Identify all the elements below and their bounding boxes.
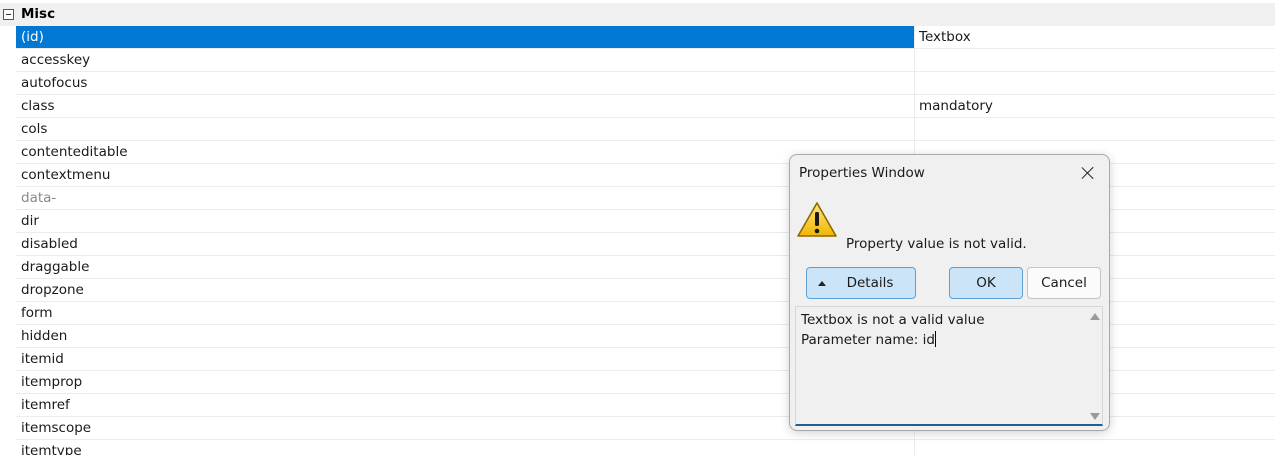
property-name[interactable]: hidden	[16, 325, 914, 347]
property-name[interactable]: itemscope	[16, 417, 914, 439]
details-textarea[interactable]: Textbox is not a valid value Parameter n…	[795, 306, 1103, 426]
property-value[interactable]	[914, 440, 1275, 455]
category-label: Misc	[21, 6, 56, 22]
property-name[interactable]: (id)	[16, 26, 914, 48]
property-value[interactable]	[914, 49, 1275, 71]
property-name[interactable]: cols	[16, 118, 914, 140]
collapse-icon[interactable]	[3, 9, 14, 20]
text-caret	[934, 331, 936, 347]
property-row[interactable]: itemtype	[16, 440, 1275, 455]
collapse-triangle-icon	[818, 281, 826, 286]
property-row[interactable]: class mandatory	[16, 95, 1275, 118]
property-row[interactable]: cols	[16, 118, 1275, 141]
property-name[interactable]: accesskey	[16, 49, 914, 71]
details-line-2: Parameter name: id	[801, 332, 935, 348]
property-value[interactable]	[914, 72, 1275, 94]
property-name[interactable]: dir	[16, 210, 914, 232]
property-name[interactable]: itemref	[16, 394, 914, 416]
dialog-message: Property value is not valid.	[846, 236, 1027, 252]
details-button-label: Details	[846, 275, 894, 291]
property-value[interactable]: Textbox	[914, 26, 1275, 48]
property-name[interactable]: contextmenu	[16, 164, 914, 186]
cancel-button[interactable]: Cancel	[1027, 267, 1101, 299]
ok-button[interactable]: OK	[949, 267, 1023, 299]
details-button[interactable]: Details	[806, 267, 916, 299]
scroll-up-arrow-icon[interactable]	[1090, 313, 1100, 320]
property-name[interactable]: itemtype	[16, 440, 914, 455]
property-name[interactable]: data-	[16, 187, 914, 209]
property-name[interactable]: contenteditable	[16, 141, 914, 163]
dialog-title: Properties Window	[799, 165, 925, 181]
details-text: Textbox is not a valid value Parameter n…	[801, 310, 985, 350]
property-name[interactable]: draggable	[16, 256, 914, 278]
property-name[interactable]: dropzone	[16, 279, 914, 301]
property-name[interactable]: itemid	[16, 348, 914, 370]
property-name[interactable]: form	[16, 302, 914, 324]
property-name[interactable]: itemprop	[16, 371, 914, 393]
details-line-1: Textbox is not a valid value	[801, 312, 985, 328]
property-name[interactable]: class	[16, 95, 914, 117]
property-row[interactable]: (id) Textbox	[16, 26, 1275, 49]
property-row[interactable]: accesskey	[16, 49, 1275, 72]
property-name[interactable]: disabled	[16, 233, 914, 255]
properties-window-dialog: Properties Window Property value is not …	[789, 154, 1110, 431]
property-name[interactable]: autofocus	[16, 72, 914, 94]
category-header-misc[interactable]: Misc	[0, 3, 1275, 26]
property-value[interactable]: mandatory	[914, 95, 1275, 117]
property-row[interactable]: autofocus	[16, 72, 1275, 95]
scroll-down-arrow-icon[interactable]	[1090, 413, 1100, 420]
close-icon[interactable]	[1079, 164, 1097, 182]
property-value[interactable]	[914, 118, 1275, 140]
warning-icon	[797, 202, 837, 237]
